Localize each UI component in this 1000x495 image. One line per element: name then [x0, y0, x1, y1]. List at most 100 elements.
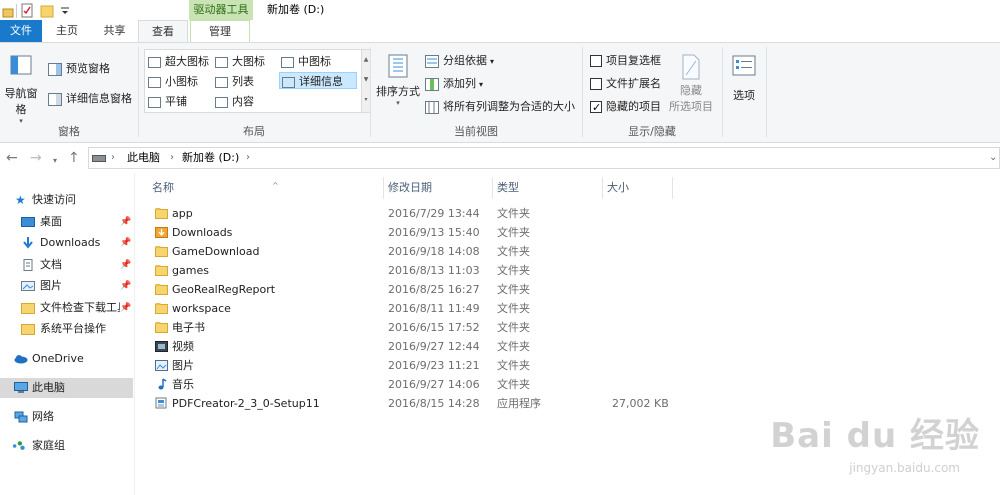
column-header-date[interactable]: 修改日期 — [384, 177, 493, 199]
nav-this-pc[interactable]: 此电脑 — [0, 378, 133, 398]
recent-locations-chevron-icon[interactable]: ▾ — [53, 153, 57, 169]
nav-item-file-check-tool[interactable]: 文件检查下载工具 📌 — [0, 298, 133, 318]
hidden-items-checkbox[interactable] — [590, 99, 602, 117]
nav-network[interactable]: 网络 — [0, 407, 133, 427]
item-checkboxes-checkbox[interactable] — [590, 55, 602, 67]
hidden-items-label: 隐藏的项目 — [606, 100, 661, 113]
layout-content[interactable]: 内容 — [215, 93, 254, 110]
group-by-button[interactable]: 分组依据 ▾ — [425, 52, 494, 70]
tab-home[interactable]: 主页 — [45, 20, 89, 42]
pin-icon[interactable]: 📌 — [120, 233, 131, 253]
tab-view[interactable]: 查看 — [138, 20, 188, 43]
breadcrumb-separator-icon[interactable]: › — [246, 148, 250, 168]
file-date: 2016/8/25 16:27 — [388, 283, 480, 296]
window-menu-icon[interactable] — [2, 3, 14, 18]
file-type: 文件夹 — [497, 245, 530, 258]
back-arrow-icon[interactable]: ← — [6, 150, 18, 166]
nav-item-desktop[interactable]: 桌面 📌 — [0, 212, 133, 232]
nav-item-pictures[interactable]: 图片 📌 — [0, 276, 133, 296]
breadcrumb-separator-icon[interactable]: › — [170, 148, 174, 168]
file-name: workspace — [172, 302, 231, 315]
file-date: 2016/9/13 15:40 — [388, 226, 480, 239]
add-column-button[interactable]: 添加列 ▾ — [425, 75, 483, 93]
chevron-down-icon: ▾ — [396, 99, 400, 107]
layout-tiles[interactable]: 平铺 — [148, 93, 187, 110]
nav-item-label: 图片 — [40, 279, 62, 292]
nav-homegroup[interactable]: 家庭组 — [0, 436, 133, 456]
picture-icon — [21, 281, 35, 291]
layout-list[interactable]: 列表 — [215, 73, 254, 90]
file-row[interactable]: 电子书 2016/6/15 17:52 文件夹 — [152, 318, 692, 337]
address-dropdown-chevron-icon[interactable]: ⌄ — [989, 148, 997, 168]
tab-file[interactable]: 文件 — [0, 20, 42, 42]
layout-gallery: 超大图标 大图标 中图标 小图标 列表 详细信息 平铺 内容 — [144, 49, 362, 113]
pin-icon[interactable]: 📌 — [120, 298, 131, 318]
group-separator — [582, 47, 583, 137]
file-row[interactable]: Downloads 2016/9/13 15:40 文件夹 — [152, 223, 692, 242]
file-name: games — [172, 264, 209, 277]
column-header-type[interactable]: 类型 — [493, 177, 603, 199]
breadcrumb-this-pc[interactable]: 此电脑 — [127, 148, 160, 168]
file-row[interactable]: 图片 2016/9/23 11:21 文件夹 — [152, 356, 692, 375]
tab-manage[interactable]: 管理 — [190, 20, 250, 43]
file-name: app — [172, 207, 193, 220]
layout-details[interactable]: 详细信息 — [279, 72, 357, 89]
navigation-pane-icon — [10, 55, 32, 75]
file-row[interactable]: PDFCreator-2_3_0-Setup11 2016/8/15 14:28 应… — [152, 394, 692, 413]
group-separator — [766, 47, 767, 137]
options-button[interactable]: 选项 — [726, 53, 762, 103]
item-checkboxes-toggle[interactable]: 项目复选框 — [590, 52, 661, 70]
file-row[interactable]: GeoRealRegReport 2016/8/25 16:27 文件夹 — [152, 280, 692, 299]
nav-quick-access[interactable]: ★ 快速访问 — [0, 190, 133, 210]
nav-onedrive[interactable]: OneDrive — [0, 349, 133, 369]
navigation-pane-button[interactable]: 导航窗格 ▾ — [0, 53, 42, 125]
nav-item-system-platform[interactable]: 系统平台操作 — [0, 319, 133, 339]
star-icon: ★ — [15, 193, 26, 207]
file-row[interactable]: 音乐 2016/9/27 14:06 文件夹 — [152, 375, 692, 394]
size-all-columns-button[interactable]: 将所有列调整为合适的大小 — [425, 98, 575, 116]
column-header-size[interactable]: 大小 — [603, 177, 673, 199]
nav-item-label: 桌面 — [40, 215, 62, 228]
up-arrow-icon[interactable]: ↑ — [68, 150, 80, 166]
column-header-name[interactable]: 名称 ^ — [148, 177, 384, 199]
pin-icon[interactable]: 📌 — [120, 276, 131, 296]
properties-icon[interactable] — [20, 3, 34, 18]
file-row[interactable]: games 2016/8/13 11:03 文件夹 — [152, 261, 692, 280]
sort-ascending-icon: ^ — [272, 181, 279, 190]
breadcrumb-drive-d[interactable]: 新加卷 (D:) — [182, 148, 239, 168]
column-header-date-label: 修改日期 — [388, 181, 432, 194]
panes-group-label: 窗格 — [58, 125, 80, 138]
file-row[interactable]: app 2016/7/29 13:44 文件夹 — [152, 204, 692, 223]
drive-tools-context-header: 驱动器工具 — [189, 0, 253, 20]
pin-icon[interactable]: 📌 — [120, 212, 131, 232]
address-bar[interactable]: › 此电脑 › 新加卷 (D:) › ⌄ — [88, 147, 1000, 169]
new-folder-icon[interactable] — [40, 3, 54, 18]
options-label: 选项 — [733, 89, 755, 102]
breadcrumb-separator-icon[interactable]: › — [111, 148, 115, 168]
file-type: 文件夹 — [497, 264, 530, 277]
file-extensions-toggle[interactable]: 文件扩展名 — [590, 75, 661, 93]
onedrive-cloud-icon — [14, 355, 28, 364]
layout-small-icons[interactable]: 小图标 — [148, 73, 198, 90]
pin-icon[interactable]: 📌 — [120, 255, 131, 275]
layout-extra-large-icons[interactable]: 超大图标 — [148, 53, 209, 70]
hide-selected-items-button[interactable]: 隐藏 所选项目 — [666, 53, 716, 114]
customize-quick-access-icon[interactable] — [60, 3, 70, 18]
forward-arrow-icon[interactable]: → — [30, 150, 42, 166]
file-row[interactable]: 视频 2016/9/27 12:44 文件夹 — [152, 337, 692, 356]
nav-item-downloads[interactable]: Downloads 📌 — [0, 233, 133, 253]
file-row[interactable]: workspace 2016/8/11 11:49 文件夹 — [152, 299, 692, 318]
file-extensions-checkbox[interactable] — [590, 78, 602, 90]
details-pane-button[interactable]: 详细信息窗格 — [48, 90, 132, 108]
nav-quick-access-label: 快速访问 — [32, 193, 76, 206]
quick-access-separator — [16, 4, 17, 18]
layout-large-icons[interactable]: 大图标 — [215, 53, 265, 70]
nav-item-documents[interactable]: 文档 📌 — [0, 255, 133, 275]
preview-pane-button[interactable]: 预览窗格 — [48, 60, 110, 78]
folder-icon — [155, 322, 168, 333]
tab-share[interactable]: 共享 — [91, 20, 138, 42]
file-row[interactable]: GameDownload 2016/9/18 14:08 文件夹 — [152, 242, 692, 261]
hidden-items-toggle[interactable]: 隐藏的项目 — [590, 98, 661, 117]
layout-medium-icons[interactable]: 中图标 — [281, 53, 331, 70]
sort-by-button[interactable]: 排序方式 ▾ — [374, 53, 422, 107]
